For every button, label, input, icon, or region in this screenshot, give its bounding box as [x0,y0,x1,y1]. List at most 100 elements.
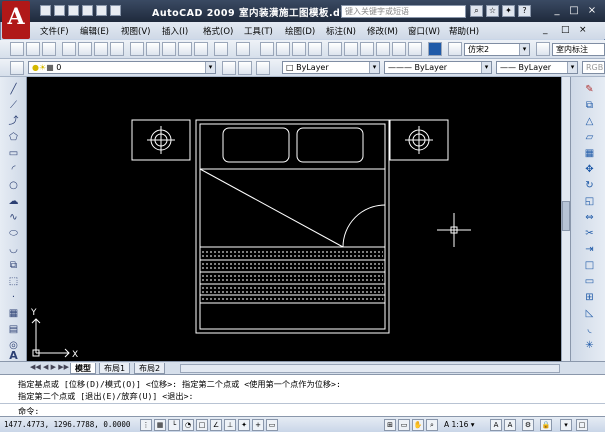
redo-icon[interactable] [236,42,250,56]
tab-layout1[interactable]: 布局1 [99,363,131,374]
menu-modify[interactable]: 修改(M) [367,25,398,37]
command-input[interactable]: 命令: [0,403,605,416]
ellipse-icon[interactable]: ⬭ [7,227,20,240]
rotate-icon[interactable]: ↻ [583,179,596,192]
snap-toggle[interactable]: ⋮ [140,419,152,431]
search-icon[interactable]: ⌕ [470,5,483,17]
menu-file[interactable]: 文件(F) [40,25,69,37]
dim-style-icon[interactable] [536,42,550,56]
revision-cloud-icon[interactable]: ☁ [7,195,20,208]
erase-icon[interactable]: ✎ [583,83,596,96]
layer-previous-icon[interactable] [238,61,252,75]
arc-icon[interactable]: ◜ [7,163,20,176]
qredo-icon[interactable] [110,5,121,16]
clean-screen-icon[interactable]: □ [576,419,588,431]
array-icon[interactable]: ▦ [583,147,596,160]
match-properties-icon[interactable] [178,42,192,56]
qsave-icon[interactable] [68,5,79,16]
color-select[interactable]: □ ByLayer ▾ [282,61,380,74]
auto-scale-icon[interactable]: A [504,419,516,431]
markup-icon[interactable] [392,42,406,56]
paste-icon[interactable] [162,42,176,56]
trim-icon[interactable]: ✂ [583,227,596,240]
zoom-status-icon[interactable]: ⌕ [426,419,438,431]
dyn-toggle[interactable]: ✦ [238,419,250,431]
tab-model[interactable]: 模型 [70,363,96,374]
block-editor-icon[interactable] [194,42,208,56]
gradient-icon[interactable]: ▤ [7,323,20,336]
copy-object-icon[interactable]: ⧉ [583,99,596,112]
move-icon[interactable]: ✥ [583,163,596,176]
construction-line-icon[interactable]: ⟋ [7,99,20,112]
insert-block-icon[interactable]: ⧉ [7,259,20,272]
dim-style-select[interactable]: 室内标注 [552,43,605,56]
menu-edit[interactable]: 编辑(E) [80,25,109,37]
close-button[interactable]: × [584,5,600,18]
annotation-scale[interactable]: A 1:16 ▾ [444,420,475,429]
qprint-icon[interactable] [82,5,93,16]
new-icon[interactable] [10,42,24,56]
otrack-toggle[interactable]: ∠ [210,419,222,431]
tool-palettes-icon[interactable] [360,42,374,56]
maximize-button[interactable]: □ [566,5,582,18]
app-logo-icon[interactable]: A [2,1,30,39]
menu-tools[interactable]: 工具(T) [244,25,273,37]
ortho-toggle[interactable]: └ [168,419,180,431]
plot-icon[interactable] [62,42,76,56]
doc-restore-button[interactable]: □ [561,25,570,35]
layer-manager-icon[interactable] [10,61,24,75]
join-icon[interactable]: ⊞ [583,291,596,304]
circle-icon[interactable]: ○ [7,179,20,192]
rectangle-icon[interactable]: ▭ [7,147,20,160]
menu-window[interactable]: 窗口(W) [408,25,440,37]
lineweight-toggle[interactable]: + [252,419,264,431]
menu-draw[interactable]: 绘图(D) [285,25,315,37]
ducs-toggle[interactable]: ⊥ [224,419,236,431]
toolbar-lock-icon[interactable]: 🔒 [540,419,552,431]
communication-center-icon[interactable]: ☆ [486,5,499,17]
help-icon[interactable]: ? [518,5,531,17]
calculator-icon[interactable] [408,42,422,56]
copy-icon[interactable] [146,42,160,56]
plot-style-select[interactable]: RGB [582,61,605,74]
favorites-icon[interactable]: ✦ [502,5,515,17]
cut-icon[interactable] [130,42,144,56]
status-tray-icon[interactable]: ▾ [560,419,572,431]
text-style-icon[interactable] [448,42,462,56]
hatch-icon[interactable]: ▦ [7,307,20,320]
scroll-thumb[interactable] [562,201,570,231]
design-center-icon[interactable] [344,42,358,56]
publish-icon[interactable] [94,42,108,56]
pan-icon[interactable] [260,42,274,56]
explode-icon[interactable]: ✳ [583,339,596,352]
annotation-visibility-icon[interactable]: A [490,419,502,431]
make-current-layer-icon[interactable] [222,61,236,75]
stretch-icon[interactable]: ⇔ [583,211,596,224]
tab-nav-arrows[interactable]: ◀◀ ◀ ▶ ▶▶ [30,363,69,371]
doc-minimize-button[interactable]: _ [543,25,548,35]
text-style-select[interactable]: 仿宋2 ▾ [464,43,530,56]
tab-layout2[interactable]: 布局2 [134,363,166,374]
undo-icon[interactable] [214,42,228,56]
osnap-toggle[interactable]: □ [196,419,208,431]
ellipse-arc-icon[interactable]: ◡ [7,243,20,256]
point-icon[interactable]: · [7,291,20,304]
polyline-icon[interactable]: ⤴ [7,115,20,128]
qopen-icon[interactable] [54,5,65,16]
pan-status-icon[interactable]: ✋ [412,419,424,431]
offset-icon[interactable]: ▱ [583,131,596,144]
workspace-switch-icon[interactable]: ⚙ [522,419,534,431]
make-block-icon[interactable]: ⬚ [7,275,20,288]
qp-toggle[interactable]: ▭ [266,419,278,431]
chamfer-icon[interactable]: ◺ [583,307,596,320]
preview-icon[interactable] [78,42,92,56]
sheet-set-icon[interactable] [376,42,390,56]
menu-insert[interactable]: 插入(I) [162,25,188,37]
spline-icon[interactable]: ∿ [7,211,20,224]
polygon-icon[interactable]: ⬠ [7,131,20,144]
layer-state-icon[interactable] [256,61,270,75]
properties-icon[interactable] [328,42,342,56]
polar-toggle[interactable]: ◔ [182,419,194,431]
break-at-point-icon[interactable]: □ [583,259,596,272]
minimize-button[interactable]: _ [549,5,565,18]
